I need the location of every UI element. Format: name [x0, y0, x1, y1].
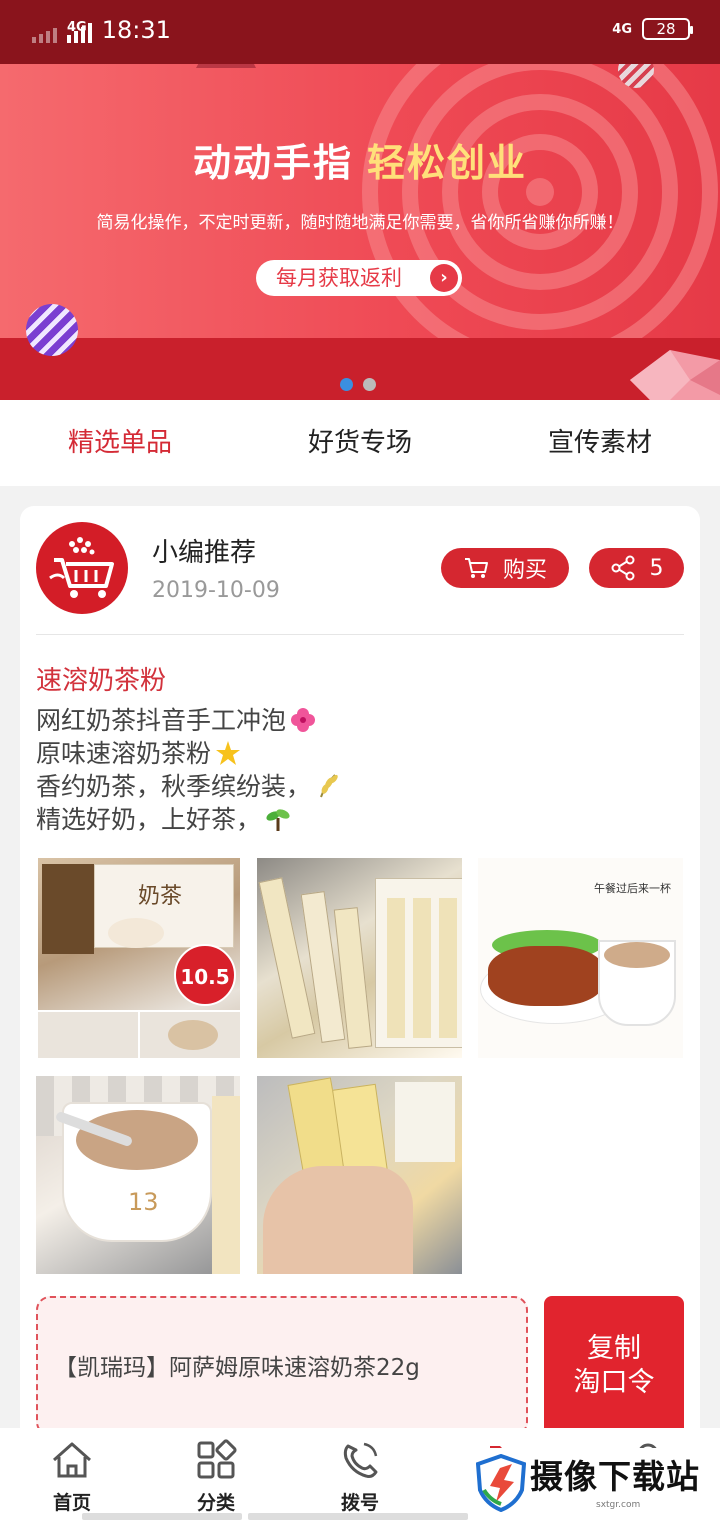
product-description: 网红奶茶抖音手工冲泡 原味速溶奶茶粉 香约奶茶，秋季缤纷装， 精选好奶，上好茶，	[36, 704, 341, 836]
tab-good-deals[interactable]: 好货专场	[240, 400, 480, 486]
star-emoji-icon	[216, 741, 241, 765]
divider	[36, 634, 684, 635]
cart-icon	[464, 558, 488, 578]
banner-title-main: 动动手指	[192, 141, 353, 185]
hibiscus-emoji-icon	[291, 708, 316, 732]
share-button[interactable]: 5	[589, 548, 684, 588]
product-title: 速溶奶茶粉	[36, 666, 167, 696]
rebate-button-label: 每月获取返利	[276, 266, 402, 290]
avatar	[36, 522, 128, 614]
banner-subtitle: 简易化操作，不定时更新，随时随地满足你需要，省你所省赚你所赚！	[96, 213, 624, 233]
tab-featured[interactable]: 精选单品	[0, 400, 240, 486]
watermark-url: sxtgr.com	[596, 1500, 641, 1510]
post-date: 2019-10-09	[152, 578, 280, 603]
description-line: 网红奶茶抖音手工冲泡	[36, 706, 287, 735]
network-type-right: 4G	[612, 21, 632, 37]
product-photo[interactable]	[257, 1076, 462, 1274]
banner-title-highlight: 轻松创业	[367, 141, 528, 185]
copy-command-button[interactable]: 复制 淘口令	[544, 1296, 684, 1436]
category-tabs: 精选单品 好货专场 宣传素材	[0, 400, 720, 486]
taobao-command-box[interactable]: 【凯瑞玛】阿萨姆原味速溶奶茶22g	[36, 1296, 528, 1436]
post-author: 小编推荐	[152, 538, 257, 568]
category-icon	[197, 1439, 237, 1479]
description-line: 香约奶茶，秋季缤纷装，	[36, 772, 312, 801]
nav-category-label: 分类	[196, 1492, 235, 1514]
product-photo[interactable]: 午餐过后来一杯	[478, 858, 683, 1058]
decorative-striped-ball	[26, 304, 78, 356]
rice-emoji-icon	[320, 774, 338, 798]
decorative-crystal-icon	[630, 350, 720, 400]
seedling-emoji-icon	[266, 809, 290, 831]
banner-title: 动动手指 轻松创业	[0, 132, 720, 187]
buy-button[interactable]: 购买	[441, 548, 569, 588]
network-type-label: 4G	[67, 20, 87, 35]
photo-cup-number: 13	[128, 1188, 159, 1216]
copy-button-line1: 复制	[587, 1333, 641, 1364]
shopping-cart-icon	[49, 537, 114, 598]
status-bar: 4G 18:31 4G 28	[0, 0, 720, 64]
decorative-rings	[362, 62, 718, 338]
copy-button-line2: 淘口令	[573, 1367, 655, 1398]
watermark: 摄像下载站 sxtgr.com	[468, 1448, 720, 1520]
scroll-indicator	[248, 1513, 468, 1520]
watermark-logo-icon	[476, 1454, 526, 1512]
chevron-right-icon: ›	[430, 264, 458, 292]
post-card: 小编推荐 2019-10-09 购买 5 速溶奶茶粉 网红奶茶抖音手工冲泡 原味…	[20, 506, 700, 1446]
photo-brand-text: 奶茶	[138, 884, 183, 909]
photo-price-badge: 10.5	[174, 944, 236, 1006]
carousel-indicator	[340, 378, 376, 391]
scroll-indicator	[82, 1513, 242, 1520]
signal-sim2-icon	[32, 17, 57, 43]
watermark-text: 摄像下载站	[530, 1457, 700, 1496]
battery-icon: 28	[642, 18, 693, 40]
nav-home[interactable]: 首页	[0, 1428, 144, 1520]
photo-caption: 午餐过后来一杯	[594, 882, 671, 895]
share-count: 5	[649, 555, 664, 581]
taobao-command-text: 【凯瑞玛】阿萨姆原味速溶奶茶22g	[54, 1355, 420, 1381]
home-icon	[53, 1442, 91, 1478]
nav-category[interactable]: 分类	[144, 1428, 288, 1520]
nav-dial-label: 拨号	[340, 1492, 379, 1514]
nav-home-label: 首页	[52, 1492, 91, 1514]
carousel-dot-active[interactable]	[340, 378, 353, 391]
phone-icon	[343, 1442, 378, 1478]
banner-slide[interactable]: 动动手指 轻松创业 简易化操作，不定时更新，随时随地满足你需要，省你所省赚你所赚！…	[0, 62, 720, 338]
clock: 18:31	[101, 16, 171, 44]
product-photo[interactable]: 13	[36, 1076, 240, 1274]
product-photo[interactable]	[257, 858, 462, 1058]
description-line: 精选好奶，上好茶，	[36, 805, 262, 834]
tab-promo-materials[interactable]: 宣传素材	[480, 400, 720, 486]
share-icon	[611, 555, 634, 581]
carousel-dot[interactable]	[363, 378, 376, 391]
rebate-button[interactable]: 每月获取返利 ›	[256, 260, 462, 296]
buy-button-label: 购买	[502, 558, 547, 583]
description-line: 原味速溶奶茶粉	[36, 739, 212, 768]
nav-dial[interactable]: 拨号	[288, 1428, 432, 1520]
product-photo[interactable]: 奶茶 10.5	[38, 858, 240, 1058]
